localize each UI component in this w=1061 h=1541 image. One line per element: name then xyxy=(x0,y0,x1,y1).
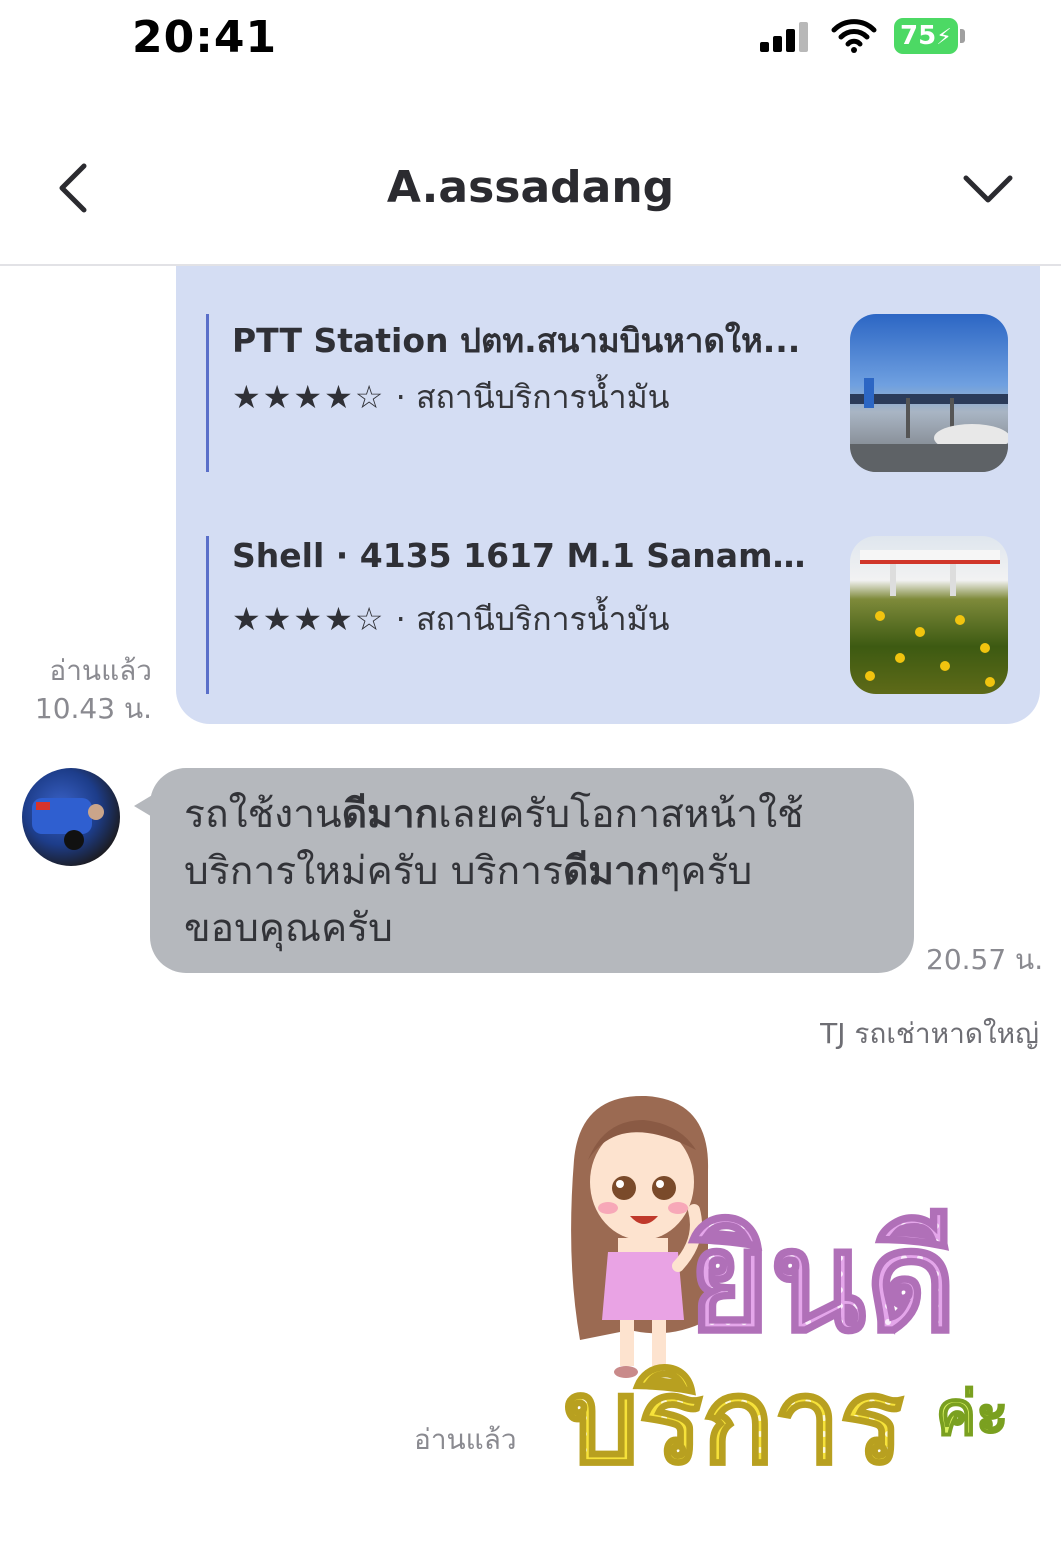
sticker-line-2: บริการ xyxy=(564,1352,903,1480)
location-name: Shell · 4135 1617 M.1 Sanambin... xyxy=(232,536,822,575)
status-bar: 20:41 75⚡ xyxy=(0,0,1061,80)
chat-title[interactable]: A.assadang xyxy=(0,162,1061,213)
rating-stars: ★★★★☆ xyxy=(232,378,386,416)
rating-stars: ★★★★☆ xyxy=(232,600,386,638)
cellular-signal-icon xyxy=(760,22,812,52)
avatar[interactable] xyxy=(22,768,120,866)
read-status: อ่านแล้ว xyxy=(414,1423,517,1456)
location-accent-bar xyxy=(206,314,209,472)
status-time: 20:41 xyxy=(132,12,278,63)
sticker-line-3: ค่ะ xyxy=(936,1379,1008,1449)
battery-level: 75 xyxy=(900,21,937,51)
sender-name: TJ รถเช่าหาดใหญ่ xyxy=(820,1017,1039,1050)
location-card[interactable]: PTT Station ปตท.สนามบินหาดให... ★★★★☆ · … xyxy=(176,266,1040,724)
message-time: 20.57 น. xyxy=(926,943,1044,976)
wifi-icon xyxy=(831,19,877,53)
location-category: · สถานีบริการน้ำมัน xyxy=(385,600,670,638)
sticker-line-1: ยินดี xyxy=(688,1201,957,1364)
read-status: อ่านแล้ว xyxy=(49,654,152,687)
location-meta: ★★★★☆ · สถานีบริการน้ำมัน xyxy=(232,372,670,423)
location-accent-bar xyxy=(206,536,209,694)
location-item[interactable]: Shell · 4135 1617 M.1 Sanambin... ★★★★☆ … xyxy=(206,536,1016,694)
received-message-bubble[interactable]: รถใช้งานดีมากเลยครับโอกาสหน้าใช้ บริการใ… xyxy=(150,768,914,973)
message-text: รถใช้งานดีมากเลยครับโอกาสหน้าใช้ บริการใ… xyxy=(184,792,804,951)
battery-cap xyxy=(960,29,965,43)
location-thumbnail xyxy=(850,314,1008,472)
chat-header: A.assadang xyxy=(0,120,1061,266)
read-receipt: อ่านแล้ว 10.43 น. xyxy=(30,652,152,728)
location-category: · สถานีบริการน้ำมัน xyxy=(385,378,670,416)
location-item[interactable]: PTT Station ปตท.สนามบินหาดให... ★★★★☆ · … xyxy=(206,314,1016,472)
welcome-sticker[interactable]: ยินดี บริการ ค่ะ xyxy=(560,1090,1030,1480)
location-name: PTT Station ปตท.สนามบินหาดให... xyxy=(232,321,801,360)
battery-icon: 75⚡ xyxy=(894,18,958,54)
location-meta: ★★★★☆ · สถานีบริการน้ำมัน xyxy=(232,594,670,645)
chevron-down-icon[interactable] xyxy=(958,164,1018,214)
location-thumbnail xyxy=(850,536,1008,694)
message-time: 10.43 น. xyxy=(34,692,152,725)
